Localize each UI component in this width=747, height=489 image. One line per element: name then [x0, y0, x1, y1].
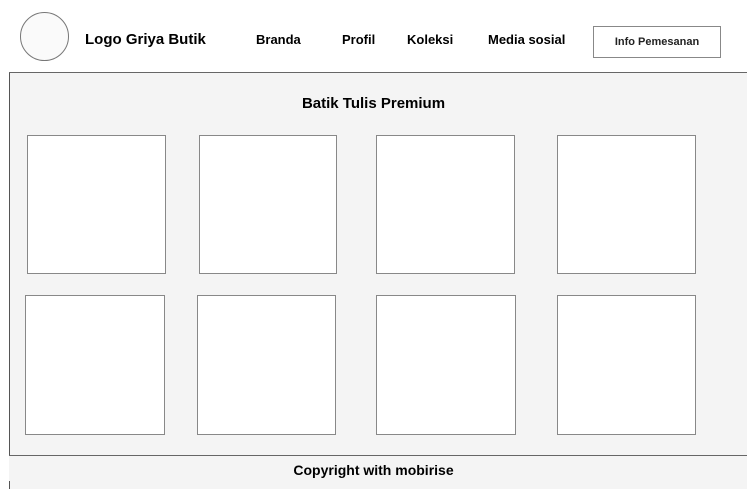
product-card[interactable] [376, 135, 515, 274]
top-navbar: Logo Griya Butik Branda Profil Koleksi M… [9, 9, 747, 73]
section-title: Batik Tulis Premium [301, 95, 446, 112]
product-card[interactable] [376, 295, 516, 435]
nav-item-branda[interactable]: Branda [256, 32, 301, 47]
product-card[interactable] [199, 135, 337, 274]
nav-item-koleksi[interactable]: Koleksi [407, 32, 453, 47]
product-card[interactable] [25, 295, 165, 435]
nav-item-media-sosial[interactable]: Media sosial [488, 32, 565, 47]
info-pemesanan-button[interactable]: Info Pemesanan [593, 26, 721, 58]
product-card[interactable] [557, 135, 696, 274]
product-card[interactable] [197, 295, 336, 435]
product-card[interactable] [27, 135, 166, 274]
logo-text[interactable]: Logo Griya Butik [85, 31, 206, 48]
product-card[interactable] [557, 295, 696, 435]
nav-item-profil[interactable]: Profil [342, 32, 375, 47]
footer-copyright: Copyright with mobirise [293, 462, 454, 478]
logo-placeholder[interactable] [20, 12, 69, 61]
